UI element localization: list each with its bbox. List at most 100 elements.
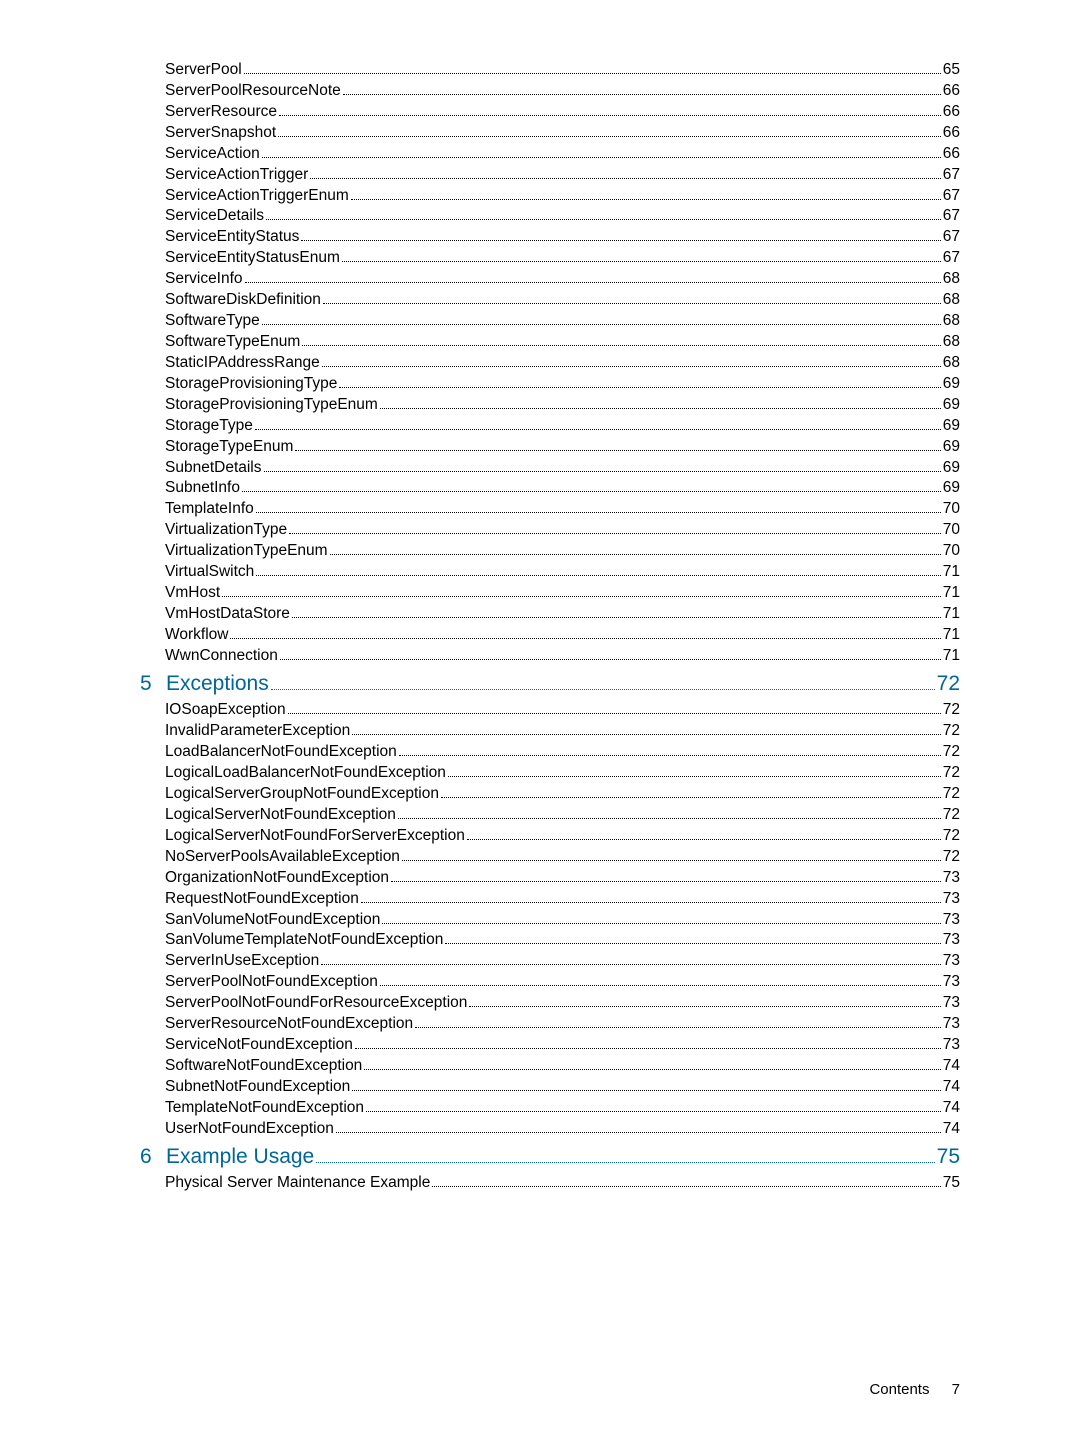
toc-leader-dots <box>242 491 941 492</box>
toc-entry[interactable]: LogicalServerNotFoundException 72 <box>165 805 960 826</box>
toc-leader-dots <box>467 839 941 840</box>
toc-entry[interactable]: TemplateNotFoundException74 <box>165 1098 960 1119</box>
toc-entry[interactable]: NoServerPoolsAvailableException72 <box>165 847 960 868</box>
toc-entry-label: IOSoapException <box>165 700 286 721</box>
toc-entry[interactable]: SanVolumeTemplateNotFoundException73 <box>165 930 960 951</box>
toc-entry-page: 72 <box>943 763 960 784</box>
toc-entry[interactable]: OrganizationNotFoundException73 <box>165 868 960 889</box>
toc-entry[interactable]: ServiceDetails67 <box>165 206 960 227</box>
toc-entry[interactable]: InvalidParameterException72 <box>165 721 960 742</box>
toc-entry-label: ServerSnapshot <box>165 123 276 144</box>
toc-leader-dots <box>364 1069 940 1070</box>
toc-entry-label: ServerResourceNotFoundException <box>165 1014 413 1035</box>
toc-leader-dots <box>271 689 935 690</box>
toc-entry[interactable]: ServerPoolResourceNote66 <box>165 81 960 102</box>
toc-entry[interactable]: 6 Example Usage75 <box>140 1140 960 1174</box>
toc-entry-label: VmHostDataStore <box>165 604 290 625</box>
toc-entry[interactable]: ServerPoolNotFoundForResourceException73 <box>165 993 960 1014</box>
toc-entry-label: SoftwareType <box>165 311 260 332</box>
toc-entry-label: LogicalServerNotFoundException <box>165 805 396 826</box>
toc-leader-dots <box>222 596 941 597</box>
toc-entry-label: VmHost <box>165 583 220 604</box>
toc-leader-dots <box>244 73 941 74</box>
toc-entry-page: 67 <box>943 165 960 186</box>
toc-leader-dots <box>322 366 941 367</box>
toc-entry[interactable]: VirtualSwitch71 <box>165 562 960 583</box>
toc-entry[interactable]: StorageTypeEnum69 <box>165 437 960 458</box>
toc-entry[interactable]: SoftwareType68 <box>165 311 960 332</box>
toc-entry-page: 72 <box>943 721 960 742</box>
toc-leader-dots <box>289 533 941 534</box>
toc-entry-page: 72 <box>943 805 960 826</box>
toc-entry[interactable]: VirtualizationType70 <box>165 520 960 541</box>
toc-entry[interactable]: ServiceInfo68 <box>165 269 960 290</box>
toc-entry[interactable]: ServiceEntityStatusEnum67 <box>165 248 960 269</box>
toc-entry[interactable]: LoadBalancerNotFoundException72 <box>165 742 960 763</box>
toc-leader-dots <box>255 429 941 430</box>
toc-entry[interactable]: StorageProvisioningType69 <box>165 374 960 395</box>
toc-entry-page: 72 <box>943 826 960 847</box>
toc-entry[interactable]: 5 Exceptions72 <box>140 667 960 701</box>
toc-entry[interactable]: VmHostDataStore 71 <box>165 604 960 625</box>
toc-entry-label: ServiceEntityStatus <box>165 227 299 248</box>
toc-entry-label: ServiceNotFoundException <box>165 1035 353 1056</box>
toc-entry[interactable]: ServerPool65 <box>165 60 960 81</box>
toc-entry[interactable]: SubnetDetails69 <box>165 458 960 479</box>
toc-entry[interactable]: ServiceActionTriggerEnum67 <box>165 186 960 207</box>
toc-entry[interactable]: StorageType69 <box>165 416 960 437</box>
toc-entry[interactable]: ServiceAction66 <box>165 144 960 165</box>
toc-entry[interactable]: Workflow71 <box>165 625 960 646</box>
toc-entry[interactable]: StaticIPAddressRange68 <box>165 353 960 374</box>
toc-entry-page: 74 <box>943 1077 960 1098</box>
toc-entry[interactable]: SubnetInfo69 <box>165 478 960 499</box>
toc-entry-label: StorageProvisioningType <box>165 374 337 395</box>
toc-entry[interactable]: ServerInUseException73 <box>165 951 960 972</box>
toc-leader-dots <box>321 964 941 965</box>
toc-leader-dots <box>336 1132 941 1133</box>
toc-entry[interactable]: LogicalLoadBalancerNotFoundException72 <box>165 763 960 784</box>
toc-leader-dots <box>399 755 941 756</box>
toc-entry-page: 67 <box>943 248 960 269</box>
toc-entry[interactable]: SubnetNotFoundException74 <box>165 1077 960 1098</box>
toc-entry[interactable]: SoftwareTypeEnum68 <box>165 332 960 353</box>
toc-entry[interactable]: RequestNotFoundException73 <box>165 889 960 910</box>
toc-entry[interactable]: SoftwareNotFoundException74 <box>165 1056 960 1077</box>
toc-entry-label: ServiceAction <box>165 144 260 165</box>
toc-entry[interactable]: ServiceActionTrigger67 <box>165 165 960 186</box>
toc-leader-dots <box>280 659 941 660</box>
toc-entry[interactable]: IOSoapException72 <box>165 700 960 721</box>
toc-entry-page: 73 <box>943 972 960 993</box>
toc-entry[interactable]: TemplateInfo70 <box>165 499 960 520</box>
toc-entry-page: 67 <box>943 227 960 248</box>
toc-entry-page: 66 <box>943 102 960 123</box>
toc-entry-page: 71 <box>943 646 960 667</box>
toc-entry[interactable]: StorageProvisioningTypeEnum69 <box>165 395 960 416</box>
toc-entry[interactable]: SanVolumeNotFoundException73 <box>165 910 960 931</box>
toc-entry[interactable]: ServerSnapshot66 <box>165 123 960 144</box>
toc-entry-label: Example Usage <box>166 1140 314 1174</box>
toc-entry[interactable]: LogicalServerNotFoundForServerException 7… <box>165 826 960 847</box>
toc-entry[interactable]: ServiceNotFoundException73 <box>165 1035 960 1056</box>
toc-entry-page: 69 <box>943 395 960 416</box>
toc-entry-page: 71 <box>943 625 960 646</box>
toc-entry[interactable]: VmHost71 <box>165 583 960 604</box>
toc-leader-dots <box>301 240 940 241</box>
toc-entry[interactable]: Physical Server Maintenance Example75 <box>165 1173 960 1194</box>
toc-entry-page: 74 <box>943 1098 960 1119</box>
toc-entry[interactable]: ServerResourceNotFoundException73 <box>165 1014 960 1035</box>
toc-entry[interactable]: WwnConnection 71 <box>165 646 960 667</box>
toc-entry[interactable]: ServerPoolNotFoundException73 <box>165 972 960 993</box>
toc-entry[interactable]: ServerResource66 <box>165 102 960 123</box>
toc-entry-page: 71 <box>943 604 960 625</box>
toc-entry[interactable]: LogicalServerGroupNotFoundException72 <box>165 784 960 805</box>
toc-entry-label: ServerInUseException <box>165 951 319 972</box>
toc-leader-dots <box>262 157 941 158</box>
toc-entry-label: LogicalServerNotFoundForServerException <box>165 826 465 847</box>
toc-entry[interactable]: ServiceEntityStatus 67 <box>165 227 960 248</box>
toc-leader-dots <box>380 408 941 409</box>
toc-entry-label: WwnConnection <box>165 646 278 667</box>
toc-leader-dots <box>343 94 941 95</box>
toc-entry[interactable]: UserNotFoundException74 <box>165 1119 960 1140</box>
toc-entry[interactable]: VirtualizationTypeEnum70 <box>165 541 960 562</box>
toc-entry[interactable]: SoftwareDiskDefinition68 <box>165 290 960 311</box>
